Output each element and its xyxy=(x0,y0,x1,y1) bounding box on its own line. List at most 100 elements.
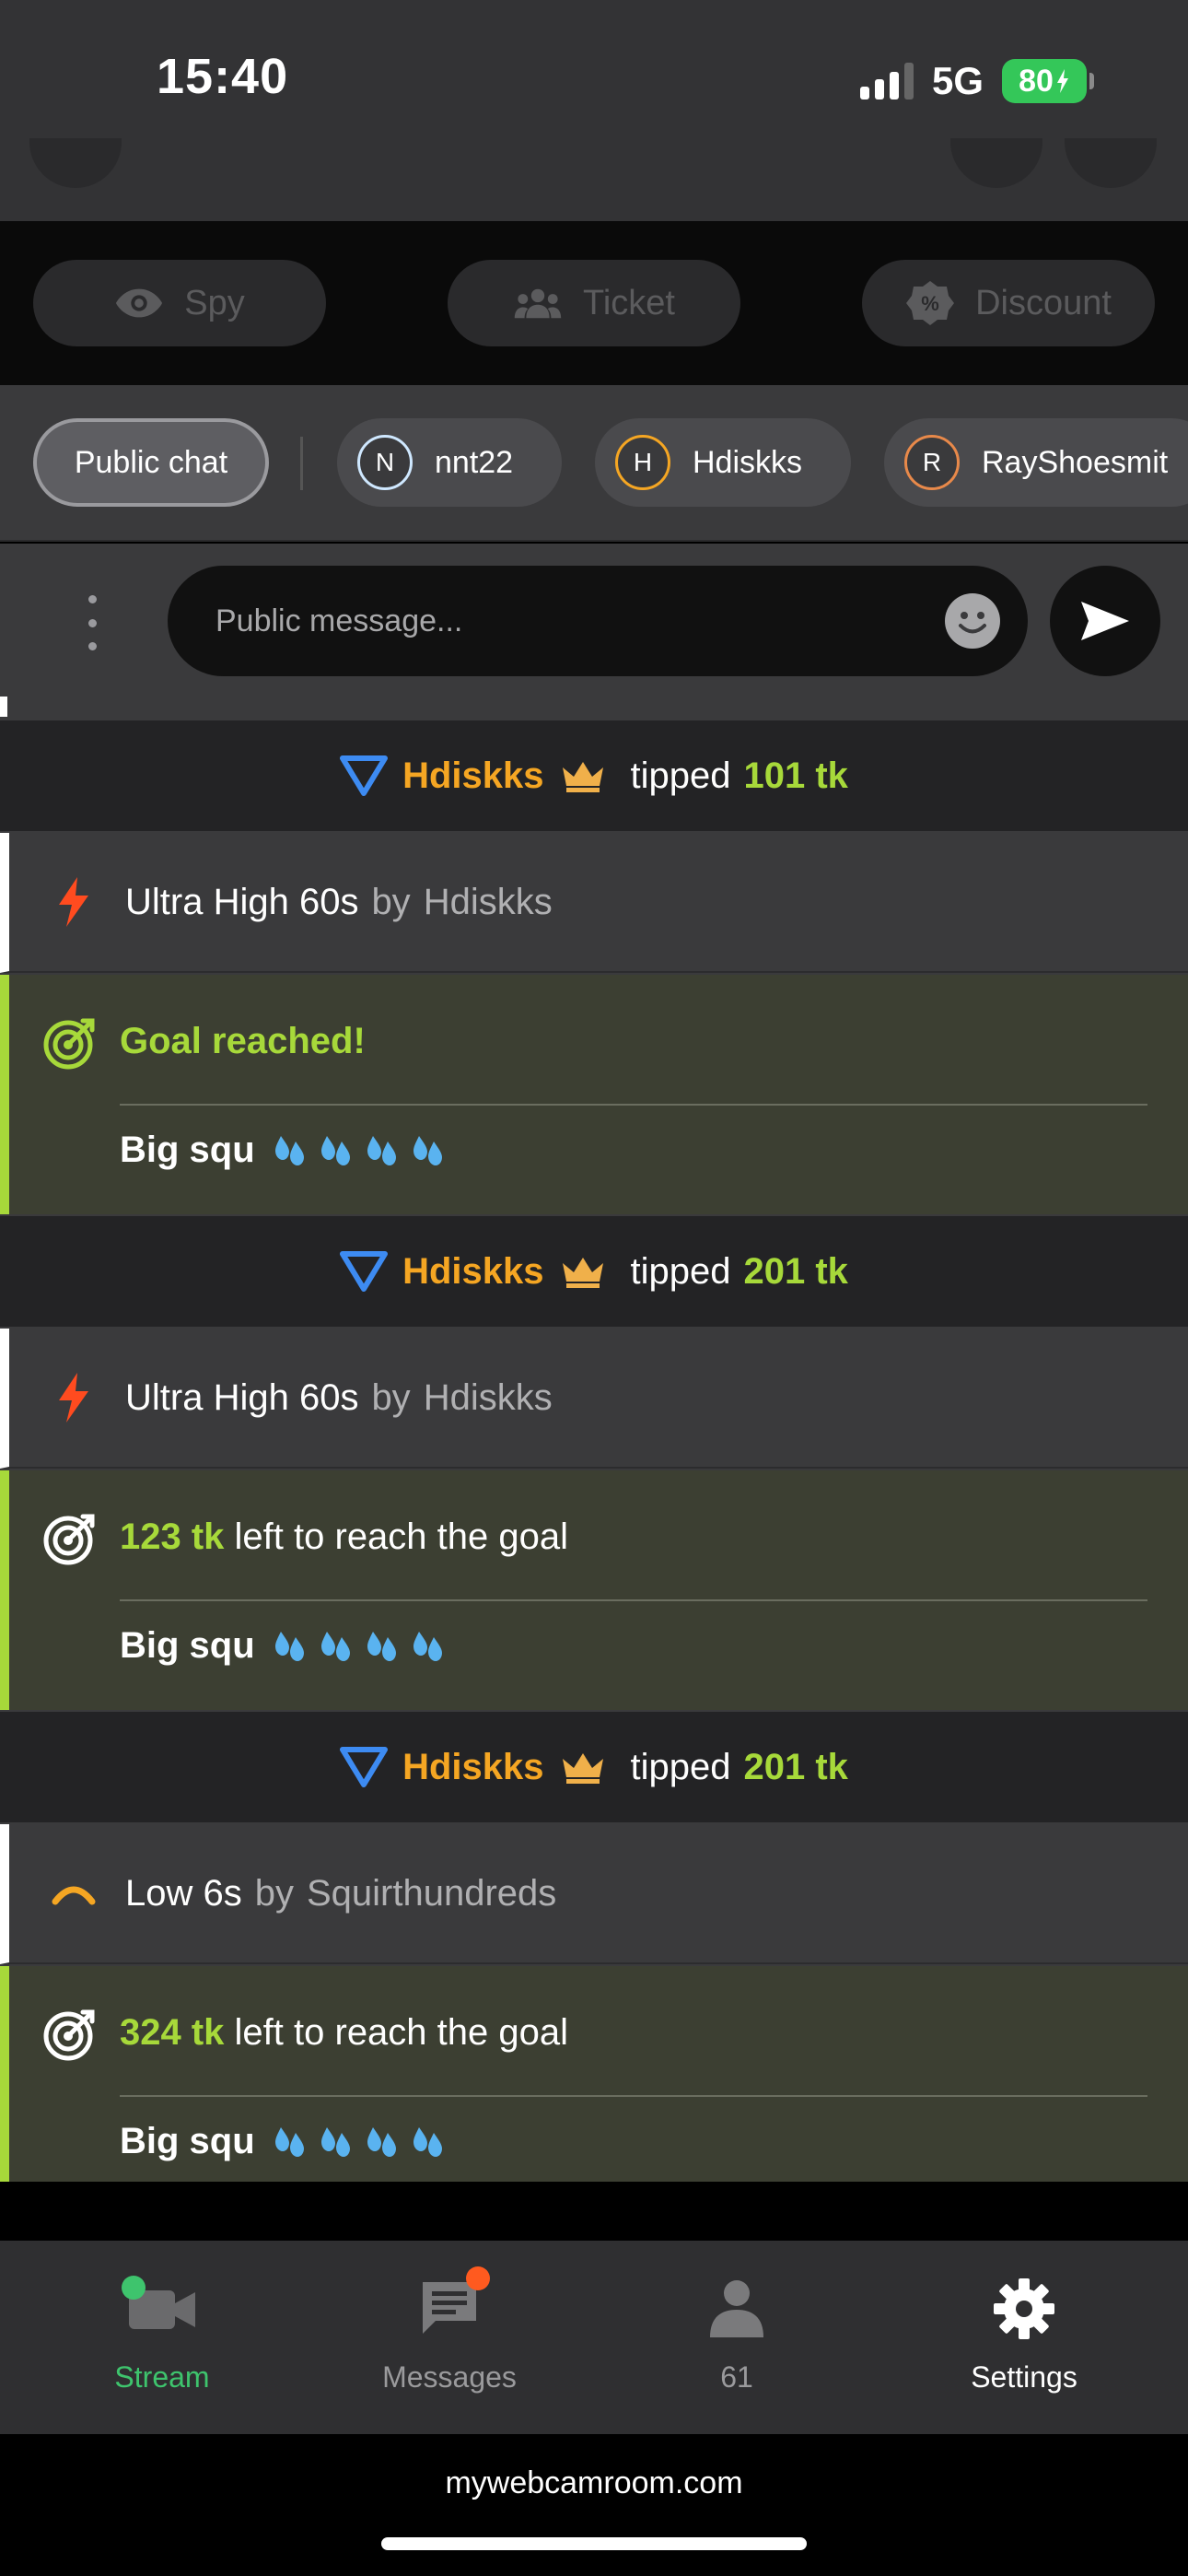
video-camera-icon xyxy=(122,2272,199,2346)
tip-message: Hdiskks tipped 101 tk xyxy=(0,720,1188,831)
low-wave-icon xyxy=(46,1879,101,1907)
nav-stream[interactable]: Stream xyxy=(52,2272,273,2410)
message-input-wrapper xyxy=(168,566,1028,676)
nav-settings[interactable]: Settings xyxy=(914,2272,1135,2410)
discount-label: Discount xyxy=(975,283,1112,322)
level-username[interactable]: Squirthundreds xyxy=(307,1873,556,1914)
discount-badge-icon: % xyxy=(905,278,955,328)
feed-row-edge xyxy=(0,697,7,717)
nav-viewers[interactable]: 61 xyxy=(626,2272,847,2410)
chat-tabs: Public chat N nnt22 H Hdiskks R RayShoes… xyxy=(0,385,1188,542)
public-message-input[interactable] xyxy=(215,566,915,676)
nav-settings-label: Settings xyxy=(971,2360,1077,2394)
divider xyxy=(120,1599,1147,1601)
eye-icon xyxy=(114,278,164,328)
home-indicator[interactable] xyxy=(381,2537,807,2550)
vibe-level-message: Ultra High 60s by Hdiskks xyxy=(0,833,1188,973)
tip-message: Hdiskks tipped 201 tk xyxy=(0,1216,1188,1327)
tab-user-name: RayShoesmit xyxy=(982,444,1169,480)
goal-description-text: Big squ xyxy=(120,2121,255,2161)
ticket-label: Ticket xyxy=(583,283,675,322)
notification-dot xyxy=(466,2266,490,2290)
goal-remaining-amount: 123 tk xyxy=(120,1516,225,1557)
level-by: by xyxy=(254,1872,294,1914)
vibe-level-message: Ultra High 60s by Hdiskks xyxy=(0,1329,1188,1469)
viewer-count: 61 xyxy=(720,2360,753,2394)
target-icon xyxy=(43,1514,95,1565)
group-icon xyxy=(513,278,563,328)
discount-button[interactable]: % Discount xyxy=(862,260,1155,346)
tab-user-nnt22[interactable]: N nnt22 xyxy=(337,418,562,507)
level-by: by xyxy=(371,881,411,922)
level-name: Low 6s xyxy=(125,1872,242,1914)
tab-user-rayshoesmit[interactable]: R RayShoesmit xyxy=(884,418,1188,507)
video-control-edge xyxy=(1065,138,1157,188)
diamond-rank-icon xyxy=(340,1747,389,1787)
goal-title: 123 tk left to reach the goal xyxy=(120,1516,568,1558)
ticket-button[interactable]: Ticket xyxy=(448,260,740,346)
tip-amount: 101 tk xyxy=(743,755,848,796)
tab-public-chat[interactable]: Public chat xyxy=(33,418,269,507)
gear-icon xyxy=(987,2272,1061,2346)
show-mode-bar: Spy Ticket % Discount xyxy=(0,221,1188,385)
goal-description-text: Big squ xyxy=(120,1625,255,1666)
tip-username[interactable]: Hdiskks xyxy=(402,1747,543,1788)
person-icon xyxy=(700,2272,774,2346)
crown-icon xyxy=(562,1258,603,1288)
tip-username[interactable]: Hdiskks xyxy=(402,1251,543,1293)
send-icon xyxy=(1081,602,1129,640)
avatar: R xyxy=(904,435,960,490)
diamond-rank-icon xyxy=(340,1251,389,1292)
tip-amount: 201 tk xyxy=(743,1250,848,1292)
nav-messages[interactable]: Messages xyxy=(339,2266,560,2410)
live-indicator-dot xyxy=(122,2276,146,2300)
chat-feed: Hdiskks tipped 101 tk Ultra High 60s by … xyxy=(0,697,1188,2182)
network-label: 5G xyxy=(931,59,984,102)
smiley-icon xyxy=(959,612,986,634)
goal-message: 324 tk left to reach the goal Big squ xyxy=(0,1966,1188,2182)
messages-icon xyxy=(413,2266,490,2346)
bottom-navigation: Stream Messages 61 Settings xyxy=(0,2241,1188,2434)
status-indicators: 5G 80 xyxy=(859,59,1094,103)
level-username[interactable]: Hdiskks xyxy=(424,882,553,923)
vibe-level-message: Low 6s by Squirthundreds xyxy=(0,1824,1188,1964)
goal-description: Big squ xyxy=(120,1130,467,1171)
status-time: 15:40 xyxy=(157,49,289,104)
send-button[interactable] xyxy=(1050,566,1160,676)
svg-text:%: % xyxy=(921,292,939,315)
video-control-edge xyxy=(950,138,1042,188)
crown-icon xyxy=(562,1753,603,1784)
level-username[interactable]: Hdiskks xyxy=(424,1377,553,1419)
goal-message: Goal reached! Big squ xyxy=(0,975,1188,1214)
browser-address-bar[interactable]: mywebcamroom.com xyxy=(0,2434,1188,2576)
sweat-droplets-emoji xyxy=(274,1626,467,1667)
tip-verb: tipped xyxy=(630,1250,731,1292)
tip-verb: tipped xyxy=(630,755,731,796)
tip-username[interactable]: Hdiskks xyxy=(402,755,543,797)
avatar: N xyxy=(357,435,413,490)
tab-user-name: nnt22 xyxy=(435,444,514,480)
video-control-edge xyxy=(29,138,122,188)
battery-icon: 80 xyxy=(1002,59,1094,103)
level-name: Ultra High 60s xyxy=(125,881,359,922)
goal-description-text: Big squ xyxy=(120,1130,255,1170)
lightning-icon xyxy=(46,877,101,927)
more-options-button[interactable] xyxy=(74,595,111,650)
spy-label: Spy xyxy=(184,283,245,322)
sweat-droplets-emoji xyxy=(274,2122,467,2162)
goal-message: 123 tk left to reach the goal Big squ xyxy=(0,1470,1188,1710)
spy-button[interactable]: Spy xyxy=(33,260,326,346)
level-name: Ultra High 60s xyxy=(125,1376,359,1418)
tab-user-hdiskks[interactable]: H Hdiskks xyxy=(595,418,851,507)
target-icon xyxy=(43,1018,95,1070)
emoji-button[interactable] xyxy=(945,593,1000,649)
tip-verb: tipped xyxy=(630,1746,731,1787)
avatar: H xyxy=(615,435,670,490)
tip-message: Hdiskks tipped 201 tk xyxy=(0,1712,1188,1822)
crown-icon xyxy=(562,762,603,792)
nav-stream-label: Stream xyxy=(114,2360,210,2394)
lightning-icon xyxy=(46,1373,101,1423)
tab-user-name: Hdiskks xyxy=(693,444,803,480)
status-bar: 15:40 5G 80 xyxy=(0,0,1188,221)
goal-title: Goal reached! xyxy=(120,1021,366,1062)
